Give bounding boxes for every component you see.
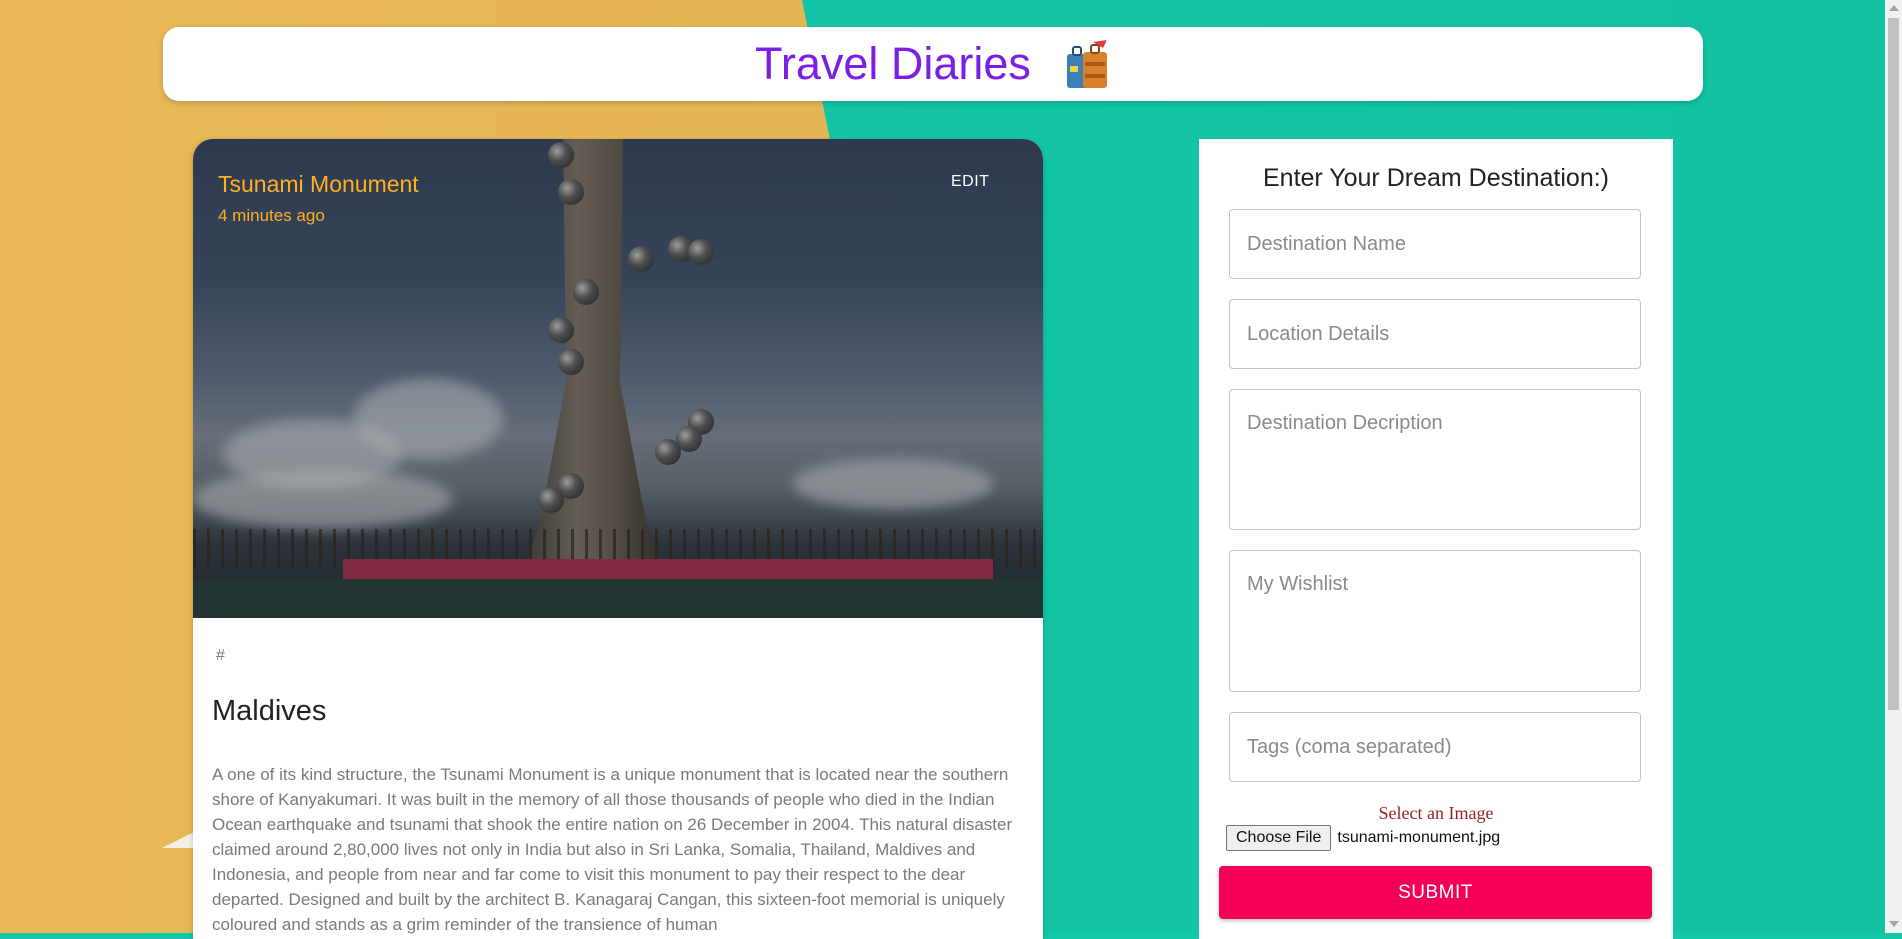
card-header: Tsunami Monument 4 minutes ago [218,171,419,226]
page-scrollbar[interactable] [1885,0,1902,933]
file-picker: Choose File tsunami-monument.jpg [1226,825,1500,851]
form-title: Enter Your Dream Destination:) [1262,164,1609,192]
wishlist-input[interactable] [1229,550,1641,692]
destination-image: Tsunami Monument 4 minutes ago EDIT [193,139,1043,618]
tags-input[interactable] [1229,712,1641,782]
destination-description-input[interactable] [1229,389,1641,530]
suitcase-icon [1063,38,1111,90]
card-timestamp: 4 minutes ago [218,206,325,225]
selected-file-name: tsunami-monument.jpg [1337,829,1501,846]
app-title: Travel Diaries [755,38,1031,89]
scroll-down-icon[interactable] [1889,921,1899,927]
choose-file-button[interactable]: Choose File [1226,825,1332,851]
destination-form: Enter Your Dream Destination:) Select an… [1199,139,1673,939]
location-details-input[interactable] [1229,299,1641,369]
submit-button[interactable]: SUBMIT [1219,866,1652,919]
card-heading: Maldives [212,695,327,727]
scroll-thumb[interactable] [1888,18,1899,710]
destination-name-input[interactable] [1229,209,1641,279]
scroll-up-icon[interactable] [1889,5,1899,11]
destination-card: Tsunami Monument 4 minutes ago EDIT # Ma… [193,139,1043,939]
edit-button[interactable]: EDIT [951,173,989,191]
card-title: Tsunami Monument [218,171,419,197]
select-image-label: Select an Image [1378,803,1494,823]
card-description: A one of its kind structure, the Tsunami… [212,765,1013,934]
card-tags: # [216,647,225,664]
app-header: Travel Diaries [163,27,1703,101]
